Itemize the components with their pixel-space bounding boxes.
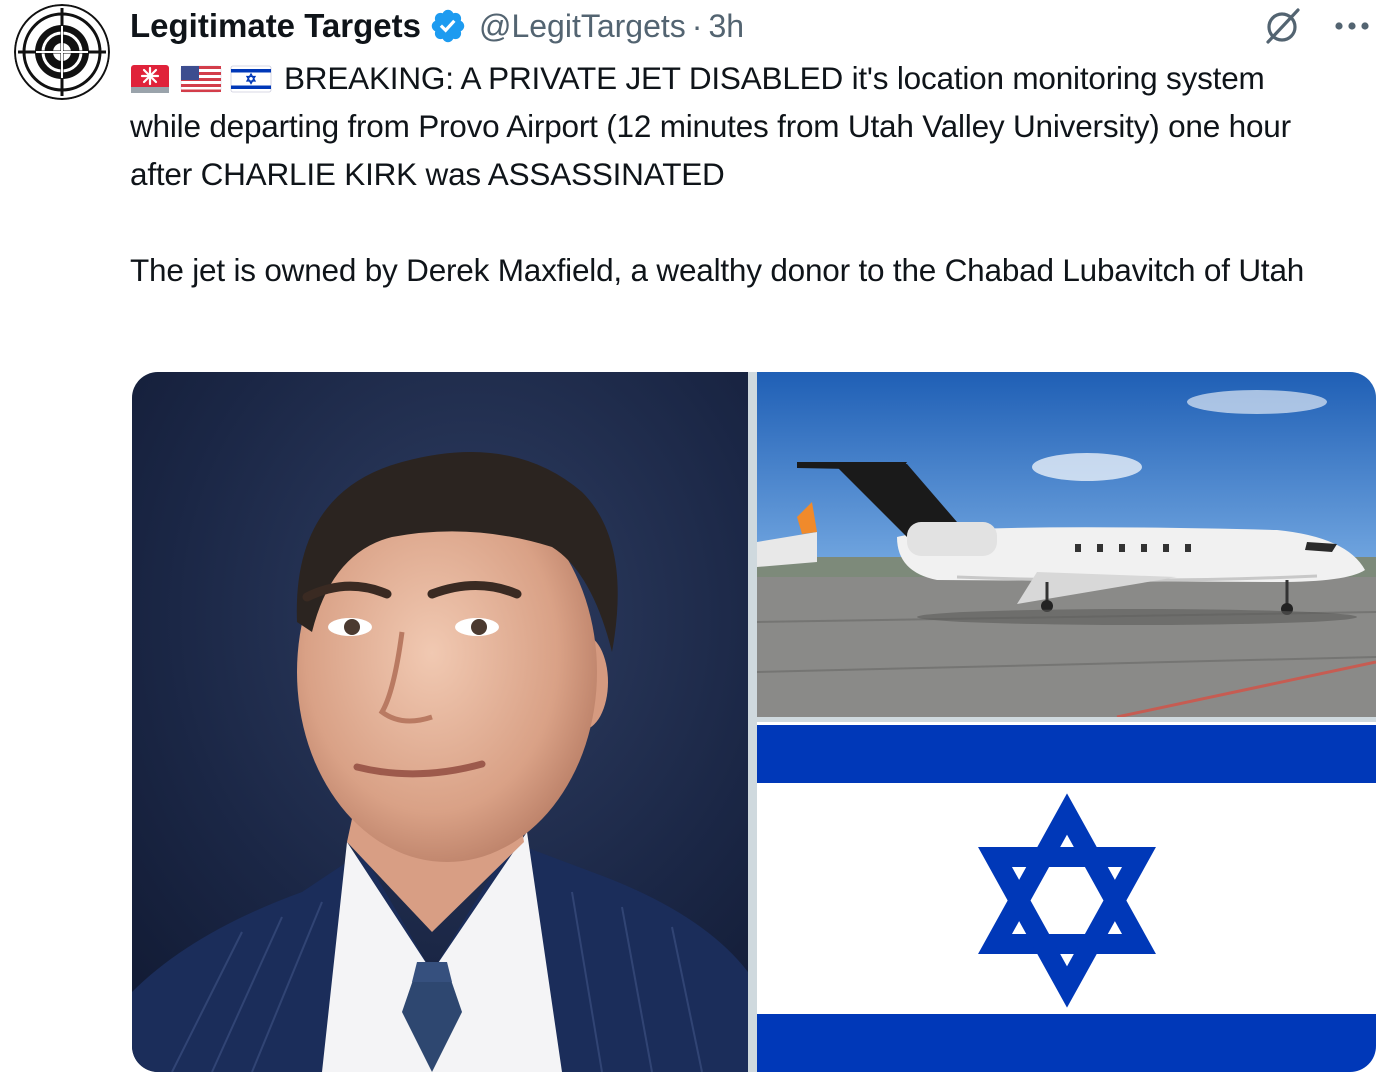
handle[interactable]: @LegitTargets: [479, 8, 686, 45]
media-image-portrait[interactable]: [132, 372, 748, 1072]
avatar[interactable]: [14, 4, 110, 100]
tweet-paragraph-1-text: BREAKING: A PRIVATE JET DISABLED it's lo…: [130, 60, 1291, 192]
jet-image: [757, 372, 1376, 717]
crosshair-target-logo: [14, 4, 110, 100]
media-image-jet[interactable]: [757, 372, 1376, 717]
israel-flag-emoji: [230, 65, 272, 93]
grok-icon[interactable]: [1260, 4, 1304, 48]
us-flag-emoji: [180, 65, 222, 93]
separator-dot: ·: [691, 7, 703, 44]
tweet-paragraph-1: BREAKING: A PRIVATE JET DISABLED it's lo…: [130, 54, 1330, 198]
timestamp[interactable]: 3h: [708, 8, 744, 45]
tweet-text: BREAKING: A PRIVATE JET DISABLED it's lo…: [130, 54, 1330, 294]
emoji-row: [130, 63, 272, 95]
media-image-israel-flag[interactable]: [757, 722, 1376, 1072]
tweet-paragraph-2: The jet is owned by Derek Maxfield, a we…: [130, 252, 1305, 288]
media-grid: [132, 372, 1376, 1072]
more-dots-icon[interactable]: [1330, 4, 1374, 48]
verified-badge-icon: [431, 9, 465, 43]
portrait-image: [132, 372, 748, 1072]
tweet-header: Legitimate Targets @LegitTargets · 3h: [130, 4, 1374, 48]
header-actions: [1260, 4, 1374, 48]
israel-flag-image: [757, 722, 1376, 1072]
display-name[interactable]: Legitimate Targets: [130, 7, 421, 45]
siren-flag-emoji: [131, 65, 169, 93]
